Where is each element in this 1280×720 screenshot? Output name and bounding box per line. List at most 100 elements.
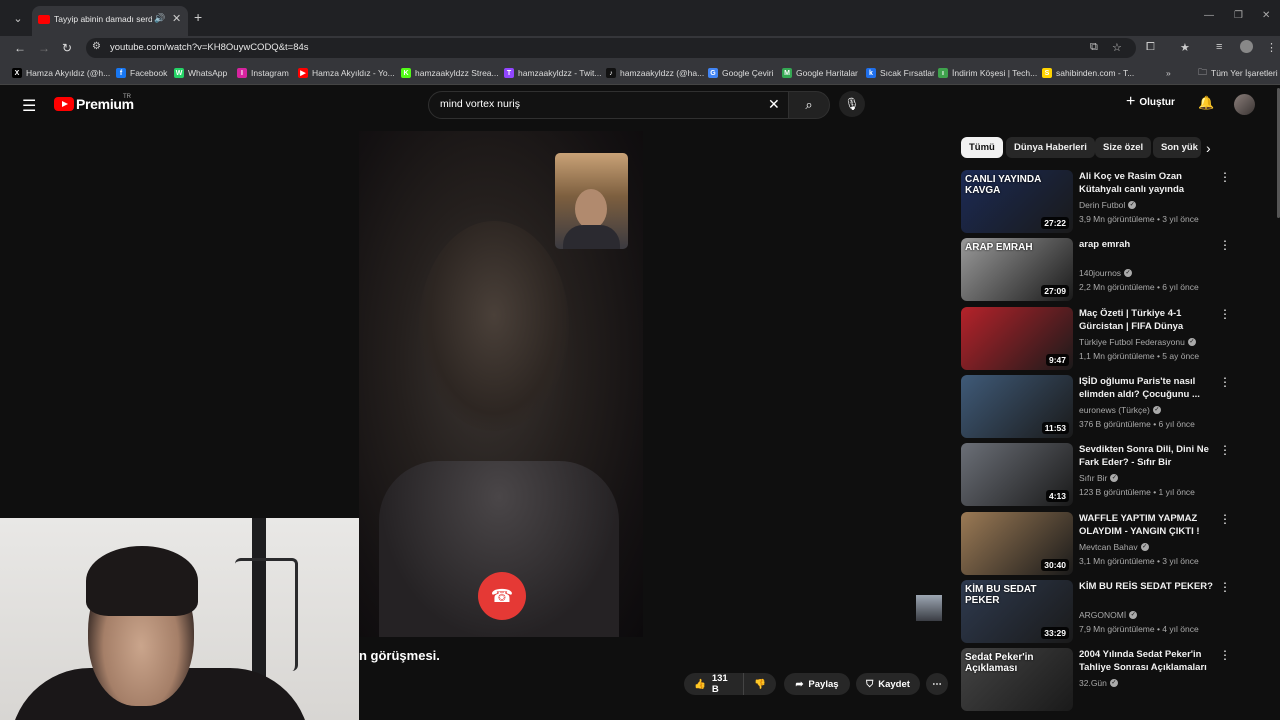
channel-name[interactable]: Mevtcan Bahav ✓ bbox=[1079, 542, 1149, 552]
bookmark-star-icon[interactable]: ☆ bbox=[1112, 41, 1122, 54]
recommendation-title[interactable]: KİM BU REİS SEDAT PEKER? bbox=[1079, 580, 1217, 593]
bookmark-item[interactable]: W WhatsApp bbox=[174, 66, 227, 80]
bookmark-item[interactable]: ı İndirim Köşesi | Tech... bbox=[938, 66, 1037, 80]
new-tab-icon[interactable]: + bbox=[194, 10, 202, 24]
more-vertical-icon[interactable]: ⋮ bbox=[1219, 238, 1231, 252]
chips-next-icon[interactable]: › bbox=[1206, 140, 1211, 156]
dislike-button[interactable]: 👎 bbox=[744, 679, 776, 690]
search-button[interactable]: ⌕ bbox=[788, 91, 830, 119]
bookmark-item[interactable]: Ssahibinden.com - T... bbox=[1042, 66, 1134, 80]
bookmark-item[interactable]: ▶ Hamza Akyıldız - Yo... bbox=[298, 66, 395, 80]
channel-name[interactable]: Derin Futbol ✓ bbox=[1079, 200, 1137, 210]
recommendation-item[interactable]: 9:47 Maç Özeti | Türkiye 4-1 Gürcistan | … bbox=[961, 306, 1231, 371]
minimize-icon[interactable]: — bbox=[1204, 10, 1214, 21]
filter-chip[interactable]: Dünya Haberleri bbox=[1006, 137, 1095, 158]
bookmark-item[interactable]: I Instagram bbox=[237, 66, 289, 80]
more-vertical-icon[interactable]: ⋮ bbox=[1219, 375, 1231, 389]
recommendation-title[interactable]: Maç Özeti | Türkiye 4-1 Gürcistan | FIFA… bbox=[1079, 307, 1217, 334]
save-button[interactable]: ⛉ Kaydet bbox=[856, 673, 920, 695]
bookmarks-overflow-icon[interactable]: » bbox=[1166, 66, 1171, 80]
video-thumbnail[interactable]: 11:53 bbox=[961, 374, 1073, 438]
profile-icon[interactable] bbox=[1240, 40, 1253, 53]
clear-search-icon[interactable]: ✕ bbox=[768, 96, 780, 113]
channel-name[interactable]: ARGONOMİ ✓ bbox=[1079, 610, 1138, 620]
extensions-icon[interactable]: ⧠ bbox=[1146, 41, 1155, 54]
all-bookmarks-link[interactable]: 🗀 Tüm Yer İşaretleri bbox=[1198, 66, 1278, 80]
more-actions-button[interactable]: ⋯ bbox=[926, 673, 948, 695]
recommendation-item[interactable]: CANLI YAYINDA KAVGA 27:22 Ali Koç ve Rasim… bbox=[961, 170, 1231, 234]
recommendation-item[interactable]: 4:13 Sevdikten Sonra Dili, Dini Ne Fark E… bbox=[961, 443, 1231, 507]
filter-chip[interactable]: Tümü bbox=[961, 137, 1003, 158]
channel-label: Mevtcan Bahav bbox=[1079, 541, 1138, 552]
channel-name[interactable]: euronews (Türkçe) ✓ bbox=[1079, 405, 1161, 415]
video-thumbnail[interactable]: ARAP EMRAH 27:09 bbox=[961, 238, 1073, 302]
youtube-logo-icon[interactable] bbox=[54, 97, 74, 111]
voice-search-button[interactable]: 🎙 bbox=[839, 91, 865, 117]
media-control-icon[interactable]: ≡ bbox=[1216, 41, 1222, 53]
recommendation-item[interactable]: 11:53 IŞİD oğlumu Paris'te nasıl elimden … bbox=[961, 374, 1231, 439]
bookmark-item[interactable]: X Hamza Akyıldız (@h... bbox=[12, 66, 110, 80]
channel-name[interactable]: Sıfır Bir ✓ bbox=[1079, 473, 1119, 483]
audio-playing-icon[interactable]: 🔊 bbox=[154, 13, 165, 24]
recommendation-title[interactable]: IŞİD oğlumu Paris'te nasıl elimden aldı?… bbox=[1079, 375, 1217, 401]
video-player[interactable]: ☎ bbox=[359, 131, 643, 637]
bookmark-item[interactable]: f Facebook bbox=[116, 66, 167, 80]
reload-icon[interactable]: ↻ bbox=[62, 41, 72, 55]
like-button[interactable]: 👍 131 B bbox=[684, 673, 745, 695]
bookmark-item[interactable]: Khamzaakyldzz Strea... bbox=[401, 66, 499, 80]
more-vertical-icon[interactable]: ⋮ bbox=[1219, 170, 1231, 184]
filter-chip[interactable]: Size özel bbox=[1095, 137, 1152, 158]
verified-icon: ✓ bbox=[1152, 405, 1161, 414]
video-thumbnail[interactable]: 4:13 bbox=[961, 443, 1073, 507]
more-vertical-icon[interactable]: ⋮ bbox=[1219, 512, 1231, 526]
bookmark-item[interactable]: M Google Haritalar bbox=[782, 66, 858, 80]
window-close-icon[interactable]: ✕ bbox=[1262, 10, 1270, 21]
recommendation-item[interactable]: Sedat Peker'in Açıklaması 2004 Yılında Se… bbox=[961, 648, 1231, 712]
recommendation-title[interactable]: Sevdikten Sonra Dili, Dini Ne Fark Eder?… bbox=[1079, 443, 1217, 469]
forward-icon[interactable]: → bbox=[38, 41, 50, 55]
video-thumbnail[interactable]: 30:40 bbox=[961, 511, 1073, 575]
recommendation-title[interactable]: arap emrah bbox=[1079, 238, 1217, 251]
notifications-bell-icon[interactable]: 🔔 bbox=[1198, 95, 1214, 111]
channel-name[interactable]: 140journos ✓ bbox=[1079, 268, 1133, 278]
bookmark-item[interactable]: k Sıcak Fırsatlar bbox=[866, 66, 935, 80]
back-icon[interactable]: ← bbox=[14, 41, 26, 55]
filter-chip[interactable]: Son yük bbox=[1153, 137, 1201, 158]
pip-person-face bbox=[575, 189, 607, 229]
more-vertical-icon[interactable]: ⋮ bbox=[1219, 443, 1231, 457]
tab-close-icon[interactable]: ✕ bbox=[172, 12, 181, 25]
browser-menu-icon[interactable]: ⋮ bbox=[1266, 41, 1277, 54]
video-thumbnail[interactable]: 9:47 bbox=[961, 306, 1073, 370]
recommendation-item[interactable]: KİM BU SEDAT PEKER 33:29 KİM BU REİS SEDAT… bbox=[961, 579, 1231, 644]
site-info-icon[interactable]: ⚙ bbox=[92, 41, 101, 52]
guide-menu-icon[interactable]: ☰ bbox=[22, 96, 36, 116]
recommendation-item[interactable]: ARAP EMRAH 27:09 arap emrah 140journos ✓ 2,2 … bbox=[961, 238, 1231, 302]
recommendation-title[interactable]: Ali Koç ve Rasim Ozan Kütahyalı canlı ya… bbox=[1079, 170, 1217, 197]
recommendation-title[interactable]: WAFFLE YAPTIM YAPMAZ OLAYDIM - YANGIN ÇI… bbox=[1079, 512, 1217, 538]
bookmark-item[interactable]: G Google Çeviri bbox=[708, 66, 774, 80]
bookmark-item[interactable]: Thamzaakyldzz - Twit... bbox=[504, 66, 601, 80]
reading-list-star-icon[interactable]: ★ bbox=[1180, 41, 1190, 54]
bookmark-label: Sıcak Fırsatlar bbox=[880, 68, 935, 78]
create-button[interactable]: + Oluştur bbox=[1126, 94, 1175, 110]
end-screen-thumbnail[interactable] bbox=[916, 595, 942, 621]
recommendation-title[interactable]: 2004 Yılında Sedat Peker'in Tahliye Sonr… bbox=[1079, 648, 1217, 674]
channel-name[interactable]: Türkiye Futbol Federasyonu ✓ bbox=[1079, 337, 1196, 347]
restore-icon[interactable]: ❐ bbox=[1234, 10, 1243, 21]
recommendation-item[interactable]: 30:40 WAFFLE YAPTIM YAPMAZ OLAYDIM - YANG… bbox=[961, 511, 1231, 576]
bookmark-item[interactable]: ♪ hamzaakyldzz (@ha... bbox=[606, 66, 704, 80]
browser-tab[interactable]: Tayyip abinin damadı serdar 🔊 ✕ bbox=[32, 6, 188, 36]
video-thumbnail[interactable]: Sedat Peker'in Açıklaması bbox=[961, 648, 1073, 712]
cast-icon[interactable]: ⧉ bbox=[1090, 41, 1098, 54]
video-thumbnail[interactable]: CANLI YAYINDA KAVGA 27:22 bbox=[961, 170, 1073, 233]
avatar[interactable] bbox=[1234, 94, 1255, 115]
url-text[interactable]: youtube.com/watch?v=KH8OuywCODQ&t=84s bbox=[110, 42, 309, 53]
more-vertical-icon[interactable]: ⋮ bbox=[1219, 307, 1231, 321]
video-thumbnail[interactable]: KİM BU SEDAT PEKER 33:29 bbox=[961, 579, 1073, 643]
search-query[interactable]: mind vortex nuriş bbox=[440, 98, 520, 110]
more-vertical-icon[interactable]: ⋮ bbox=[1219, 580, 1231, 594]
share-button[interactable]: ➦ Paylaş bbox=[784, 673, 850, 695]
more-vertical-icon[interactable]: ⋮ bbox=[1219, 648, 1231, 662]
tab-search-chevron-icon[interactable]: ⌄ bbox=[8, 8, 28, 28]
channel-name[interactable]: 32.Gün ✓ bbox=[1079, 678, 1118, 688]
